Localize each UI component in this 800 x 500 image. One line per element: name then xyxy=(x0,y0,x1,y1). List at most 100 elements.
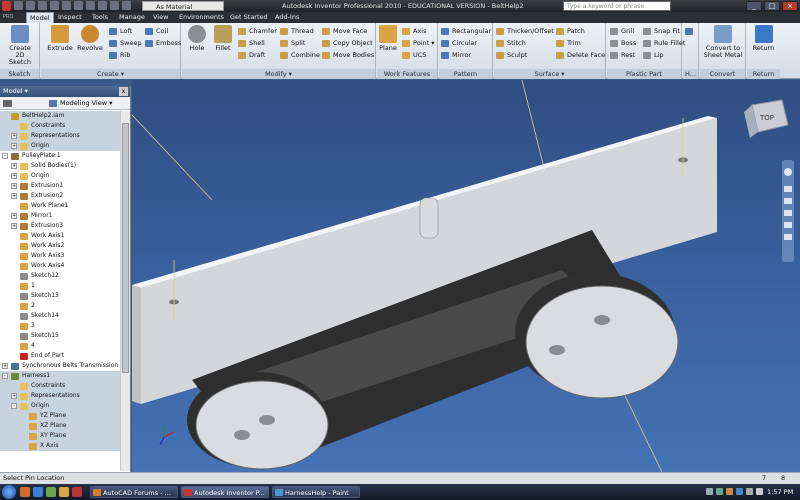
tree-node[interactable]: + Origin xyxy=(0,171,120,181)
tree-node[interactable]: + Extrusion3 xyxy=(0,221,120,231)
rib-button[interactable]: Rib xyxy=(109,51,130,60)
hole-button[interactable]: Hole xyxy=(185,25,209,52)
network-icon[interactable] xyxy=(746,488,753,495)
quicklaunch-icon[interactable] xyxy=(72,487,82,497)
quicklaunch-icon[interactable] xyxy=(59,487,69,497)
modeling-view-dropdown[interactable]: Modeling View ▾ xyxy=(60,97,112,110)
expand-icon[interactable]: + xyxy=(11,223,17,229)
revolve-button[interactable]: Revolve xyxy=(77,25,103,52)
tree-node[interactable]: + Extrusion1 xyxy=(0,181,120,191)
taskbar-item-autocad-forums[interactable]: AutoCAD Forums - ... xyxy=(90,486,178,498)
tree-node[interactable]: End of Part xyxy=(0,351,120,361)
tray-icon[interactable] xyxy=(726,488,733,495)
expand-icon[interactable]: + xyxy=(2,363,8,369)
expand-icon[interactable]: + xyxy=(11,163,17,169)
expand-icon[interactable]: + xyxy=(11,143,17,149)
tab-inspect[interactable]: Inspect xyxy=(55,12,85,23)
rest-button[interactable]: Rest xyxy=(610,51,635,60)
tree-node[interactable]: Work Plane1 xyxy=(0,201,120,211)
color-icon[interactable] xyxy=(122,1,131,10)
sweep-button[interactable]: Sweep xyxy=(109,39,142,48)
update-icon[interactable] xyxy=(98,1,107,10)
tree-node[interactable]: XY Plane xyxy=(0,431,120,441)
split-button[interactable]: Split xyxy=(280,39,305,48)
scrollbar-thumb[interactable] xyxy=(122,123,129,373)
trim-button[interactable]: Trim xyxy=(556,39,581,48)
tree-node[interactable]: Sketch13 xyxy=(0,291,120,301)
coil-button[interactable]: Coil xyxy=(145,27,168,36)
expand-icon[interactable]: + xyxy=(11,393,17,399)
clock[interactable]: 1:57 PM xyxy=(767,486,793,498)
collapse-icon[interactable]: - xyxy=(2,373,8,379)
material-dropdown[interactable]: As Material xyxy=(142,1,224,11)
tab-model[interactable]: Model xyxy=(26,12,54,23)
extrude-button[interactable]: Extrude xyxy=(47,25,73,52)
open-icon[interactable] xyxy=(26,1,35,10)
collapse-icon[interactable]: - xyxy=(11,403,17,409)
quicklaunch-icon[interactable] xyxy=(33,487,43,497)
tree-scrollbar[interactable] xyxy=(120,111,130,471)
expand-icon[interactable]: + xyxy=(11,193,17,199)
tree-node[interactable]: + Extrusion2 xyxy=(0,191,120,201)
tree-node[interactable]: Work Axis2 xyxy=(0,241,120,251)
expand-icon[interactable]: + xyxy=(11,183,17,189)
tree-node[interactable]: Sketch15 xyxy=(0,331,120,341)
filter-icon[interactable] xyxy=(3,100,12,107)
copy-object-button[interactable]: Copy Object xyxy=(322,39,373,48)
tree-node[interactable]: - Harness1 xyxy=(0,371,120,381)
redo-icon[interactable] xyxy=(62,1,71,10)
return-button[interactable]: Return xyxy=(750,25,777,52)
start-button[interactable] xyxy=(2,485,16,499)
tree-node[interactable]: Work Axis1 xyxy=(0,231,120,241)
chamfer-button[interactable]: Chamfer xyxy=(238,27,277,36)
pulley-hole[interactable] xyxy=(259,415,275,425)
expand-icon[interactable]: + xyxy=(11,173,17,179)
inventor-app-icon[interactable] xyxy=(2,1,11,11)
model-canvas[interactable]: TOP xyxy=(132,80,800,472)
plane-button[interactable]: Plane xyxy=(378,25,398,52)
save-icon[interactable] xyxy=(38,1,47,10)
tree-node[interactable]: YZ Plane xyxy=(0,411,120,421)
expand-icon[interactable]: + xyxy=(11,213,17,219)
quicklaunch-icon[interactable] xyxy=(46,487,56,497)
tree-node[interactable]: + Mirror1 xyxy=(0,211,120,221)
circular-button[interactable]: Circular xyxy=(441,39,477,48)
tree-node[interactable]: + Representations xyxy=(0,391,120,401)
plate-side-face[interactable] xyxy=(132,285,141,404)
combine-button[interactable]: Combine xyxy=(280,51,320,60)
close-button[interactable]: × xyxy=(782,1,798,11)
move-bodies-button[interactable]: Move Bodies xyxy=(322,51,374,60)
taskbar-item-paint[interactable]: HarnessHelp - Paint xyxy=(272,486,360,498)
point-button[interactable]: Point ▾ xyxy=(402,39,434,48)
rectangular-button[interactable]: Rectangular xyxy=(441,27,491,36)
create-2d-sketch-button[interactable]: Create 2D Sketch xyxy=(4,25,36,66)
tree-node[interactable]: Constraints xyxy=(0,381,120,391)
stitch-button[interactable]: Stitch xyxy=(496,39,526,48)
tab-manage[interactable]: Manage xyxy=(116,12,148,23)
delete-face-button[interactable]: Delete Face xyxy=(556,51,605,60)
tree-node[interactable]: + Solid Bodies(1) xyxy=(0,161,120,171)
sculpt-button[interactable]: Sculpt xyxy=(496,51,527,60)
tree-node[interactable]: + Synchronous Belts Transmission xyxy=(0,361,120,371)
tree-node[interactable]: - PulleyPlate:1 xyxy=(0,151,120,161)
rule-fillet-button[interactable]: Rule Fillet xyxy=(643,39,685,48)
pulley-hole[interactable] xyxy=(549,345,565,355)
tray-icon[interactable] xyxy=(706,488,713,495)
search-input[interactable]: Type a keyword or phrase xyxy=(563,1,671,11)
tree-node[interactable]: Sketch12 xyxy=(0,271,120,281)
tree-node[interactable]: BeltHelp2.iam xyxy=(0,111,120,121)
tree-node[interactable]: 4 xyxy=(0,341,120,351)
expand-icon[interactable]: + xyxy=(11,133,17,139)
tray-icon[interactable] xyxy=(736,488,743,495)
tree-node[interactable]: 1 xyxy=(0,281,120,291)
snap-fit-button[interactable]: Snap Fit xyxy=(643,27,680,36)
tree-node[interactable]: 3 xyxy=(0,321,120,331)
pulley-hole[interactable] xyxy=(234,430,250,440)
pulley-hole[interactable] xyxy=(594,315,610,325)
select-icon[interactable] xyxy=(110,1,119,10)
tree-node[interactable]: Work Axis3 xyxy=(0,251,120,261)
right-pulley-face[interactable] xyxy=(525,285,679,399)
navigation-bar[interactable] xyxy=(782,160,794,262)
move-face-button[interactable]: Move Face xyxy=(322,27,367,36)
home-icon[interactable] xyxy=(74,1,83,10)
